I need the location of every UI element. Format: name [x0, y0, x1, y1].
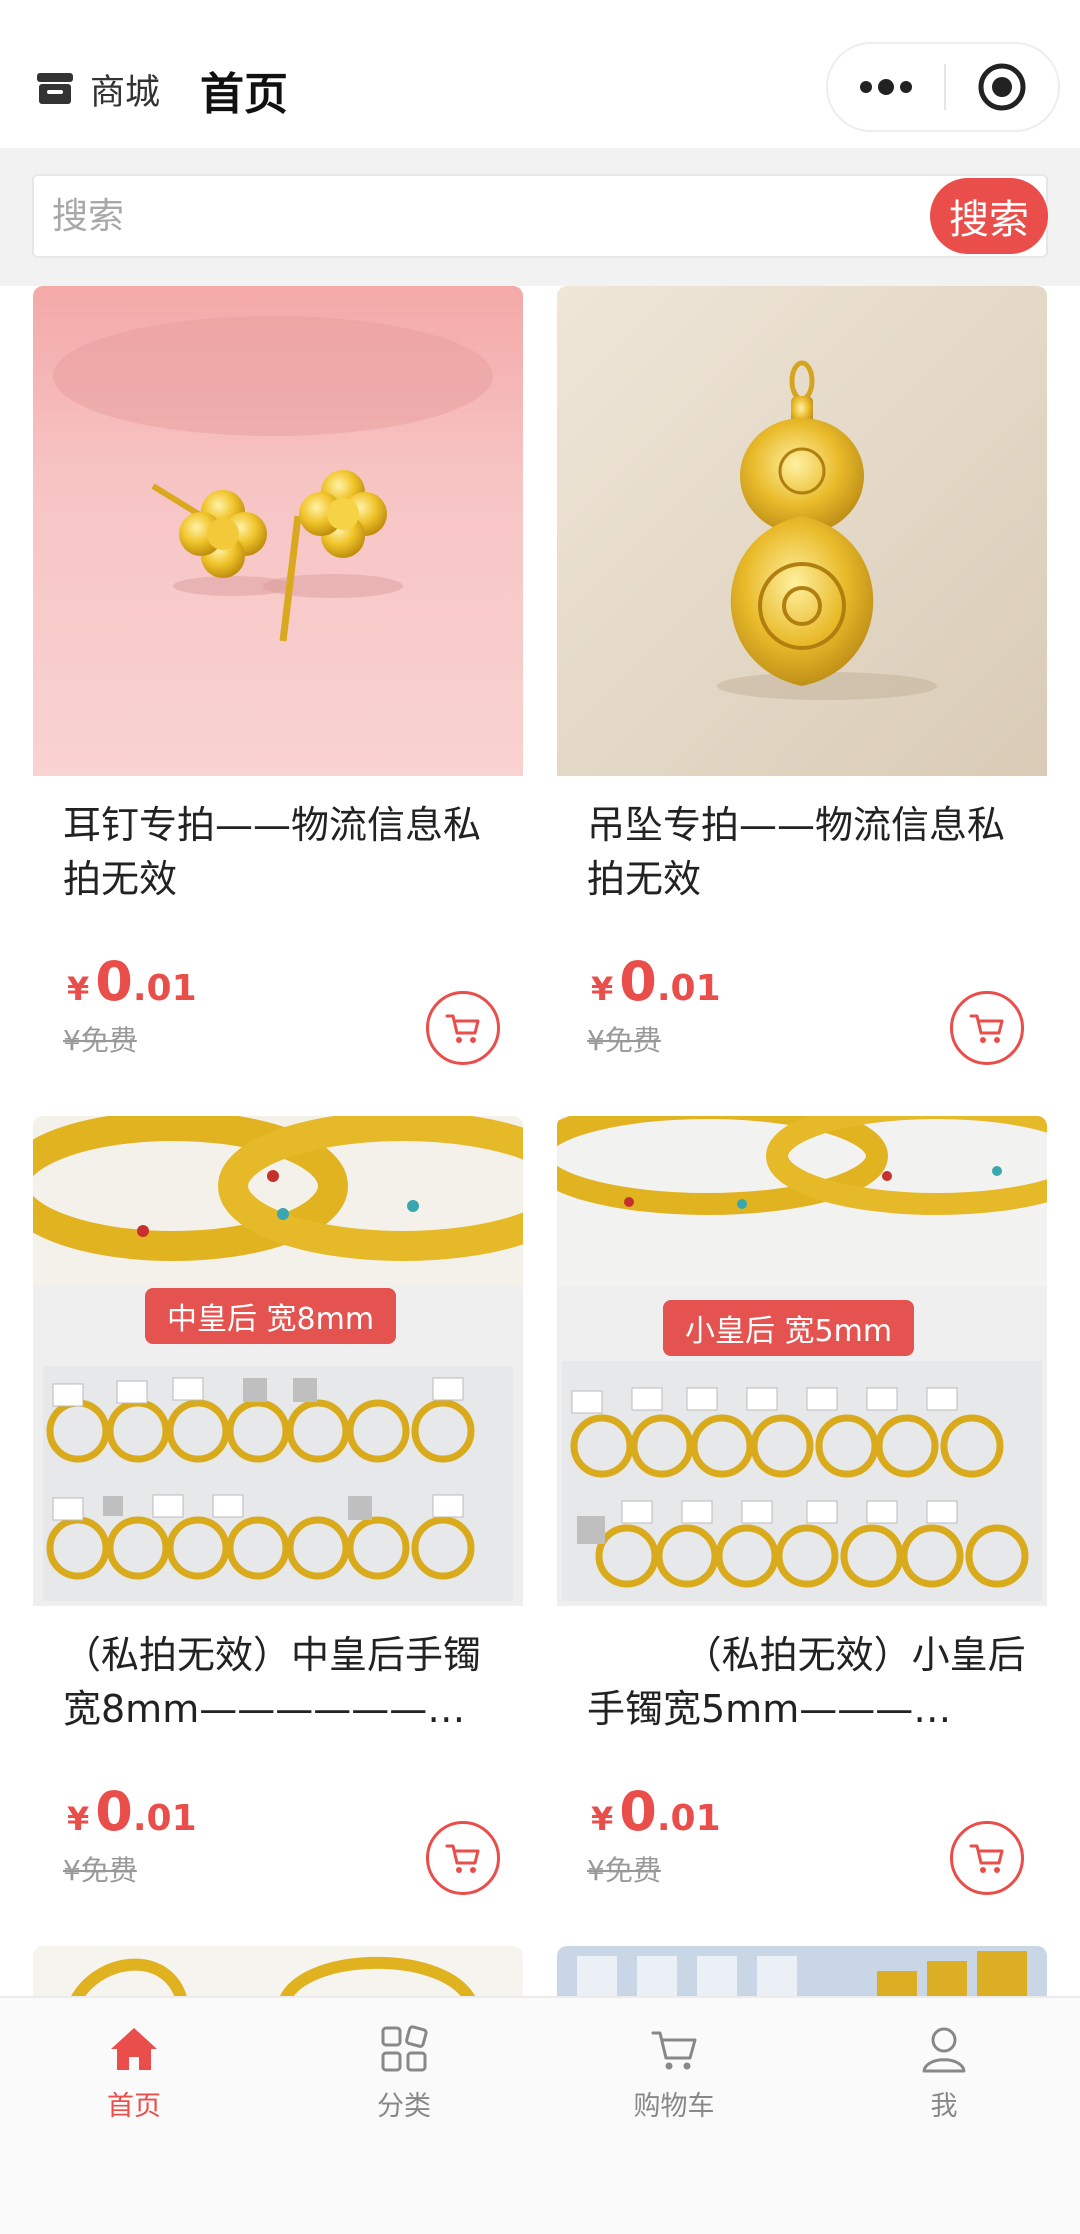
product-image	[557, 286, 1047, 776]
product-price: ¥ 0 .01	[591, 950, 721, 1013]
image-tag-label: 中皇后 宽8mm	[145, 1288, 397, 1344]
currency-symbol: ¥	[67, 1800, 90, 1838]
price-integer: 0	[95, 1780, 133, 1843]
product-card[interactable]: 中皇后 宽8mm （私拍无效）中皇后手镯宽8mm——————备注… ¥ 0 .0…	[33, 1116, 523, 1936]
shop-label: 商城	[90, 72, 161, 113]
product-card[interactable]: 小皇后 宽5mm （私拍无效）小皇后手镯宽5mm———… ¥ 0 .01 ¥免费	[557, 1116, 1047, 1936]
tab-label: 分类	[377, 2091, 431, 2122]
more-dots-icon	[860, 79, 912, 95]
product-image	[557, 1946, 1047, 1996]
tab-cart[interactable]: 购物车	[574, 2022, 774, 2132]
add-to-cart-button[interactable]	[426, 991, 500, 1065]
product-image	[33, 286, 523, 776]
product-price: ¥ 0 .01	[67, 950, 197, 1013]
price-decimal: .01	[656, 968, 721, 1009]
tab-label: 购物车	[633, 2091, 715, 2122]
tab-home[interactable]: 首页	[34, 2022, 234, 2132]
product-card[interactable]	[33, 1946, 523, 1996]
product-card[interactable]	[557, 1946, 1047, 1996]
cart-icon	[445, 1014, 480, 1043]
product-card[interactable]: 吊坠专拍——物流信息私拍无效 ¥ 0 .01 ¥免费	[557, 286, 1047, 1106]
product-name: 吊坠专拍——物流信息私拍无效	[587, 803, 1006, 901]
search-box: 搜索	[32, 174, 1048, 258]
cart-icon	[651, 2031, 697, 2070]
price-decimal: .01	[132, 1798, 197, 1839]
price-decimal: .01	[132, 968, 197, 1009]
product-name: （私拍无效）小皇后手镯宽5mm———…	[587, 1633, 1026, 1731]
product-image: 小皇后 宽5mm	[557, 1116, 1047, 1606]
cart-icon	[445, 1844, 480, 1873]
product-price: ¥ 0 .01	[591, 1780, 721, 1843]
more-menu-button[interactable]	[828, 44, 944, 130]
close-mini-program-button[interactable]	[946, 44, 1058, 130]
price-integer: 0	[619, 950, 657, 1013]
price-integer: 0	[95, 950, 133, 1013]
search-button[interactable]: 搜索	[930, 178, 1048, 254]
product-card[interactable]: 耳钉专拍——物流信息私拍无效 ¥ 0 .01 ¥免费	[33, 286, 523, 1106]
tab-me[interactable]: 我	[844, 2022, 1044, 2132]
currency-symbol: ¥	[591, 1800, 614, 1838]
currency-symbol: ¥	[591, 970, 614, 1008]
product-name: （私拍无效）中皇后手镯宽8mm——————备注…	[63, 1633, 482, 1731]
currency-symbol: ¥	[67, 970, 90, 1008]
tab-label: 我	[930, 2091, 958, 2122]
image-tag-label: 小皇后 宽5mm	[663, 1300, 915, 1356]
price-integer: 0	[619, 1780, 657, 1843]
search-input[interactable]	[52, 176, 932, 256]
tab-category[interactable]: 分类	[304, 2022, 504, 2132]
add-to-cart-button[interactable]	[950, 991, 1024, 1065]
cart-icon	[969, 1014, 1004, 1043]
original-price: ¥免费	[63, 1024, 137, 1057]
shop-link[interactable]: 商城	[34, 62, 160, 116]
search-area: 搜索	[0, 148, 1080, 286]
store-icon	[34, 71, 76, 107]
mini-program-capsule	[826, 42, 1060, 132]
page-title: 首页	[200, 69, 288, 120]
original-price: ¥免费	[587, 1024, 661, 1057]
original-price: ¥免费	[587, 1854, 661, 1887]
nav-header: 商城 首页	[0, 0, 1080, 148]
target-icon	[978, 63, 1026, 111]
tab-label: 首页	[107, 2091, 161, 2122]
product-grid: 耳钉专拍——物流信息私拍无效 ¥ 0 .01 ¥免费 吊坠专拍——物流信息私拍无…	[0, 286, 1080, 1996]
add-to-cart-button[interactable]	[426, 1821, 500, 1895]
home-icon	[111, 2028, 157, 2070]
bottom-tab-bar: 首页 分类 购物车 我	[0, 1996, 1080, 2234]
product-name: 耳钉专拍——物流信息私拍无效	[63, 803, 482, 901]
product-price: ¥ 0 .01	[67, 1780, 197, 1843]
cart-icon	[969, 1844, 1004, 1873]
original-price: ¥免费	[63, 1854, 137, 1887]
category-grid-icon	[381, 2025, 428, 2072]
add-to-cart-button[interactable]	[950, 1821, 1024, 1895]
price-decimal: .01	[656, 1798, 721, 1839]
product-image	[33, 1946, 523, 1996]
product-image: 中皇后 宽8mm	[33, 1116, 523, 1606]
person-icon	[922, 2027, 966, 2073]
